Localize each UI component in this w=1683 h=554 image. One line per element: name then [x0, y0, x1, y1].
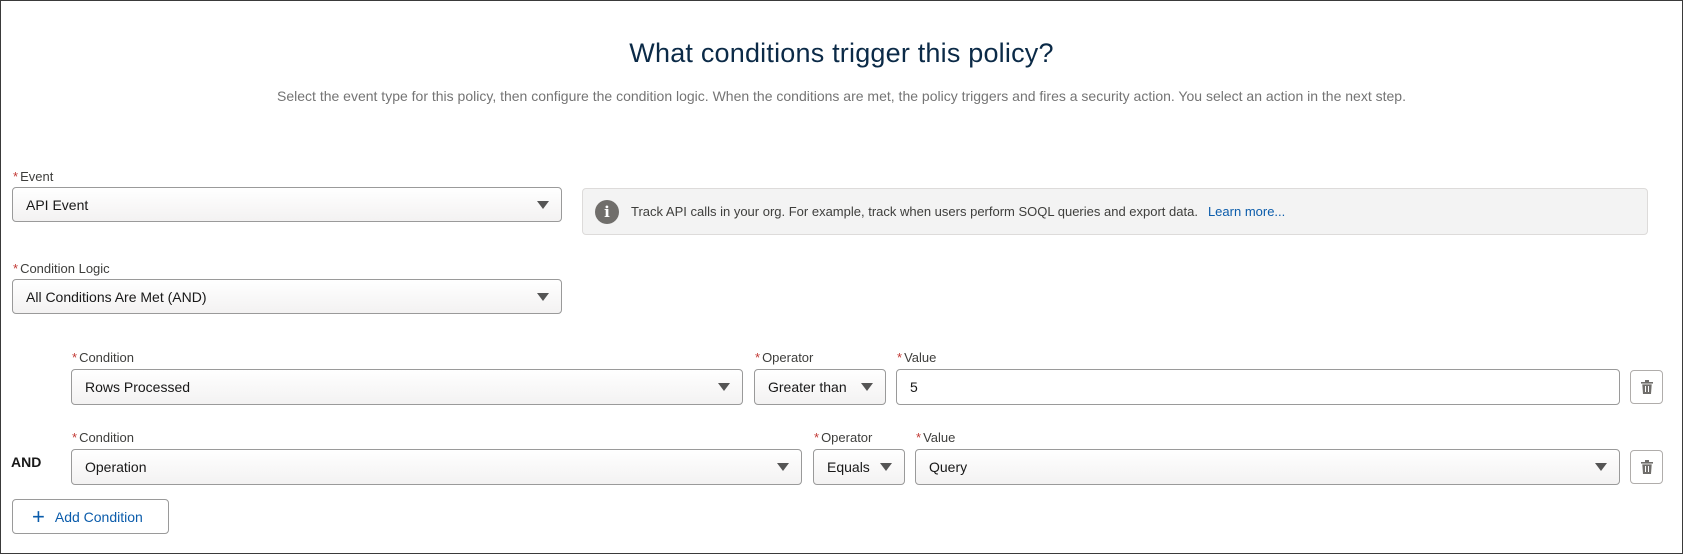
- operator-label: * Operator: [814, 430, 873, 445]
- operator-select-value: Greater than: [768, 379, 847, 395]
- condition-logic-label: * Condition Logic: [13, 261, 110, 276]
- value-input-text: 5: [910, 379, 918, 395]
- value-label: * Value: [897, 350, 937, 365]
- required-marker: *: [13, 261, 19, 276]
- operator-label: * Operator: [755, 350, 814, 365]
- condition-logic-select-value: All Conditions Are Met (AND): [26, 288, 207, 305]
- required-marker: *: [72, 430, 78, 445]
- event-info-box: i Track API calls in your org. For examp…: [582, 188, 1648, 235]
- condition-select-value: Rows Processed: [85, 379, 191, 395]
- value-select[interactable]: Query: [915, 449, 1620, 485]
- delete-condition-button[interactable]: [1630, 370, 1663, 404]
- condition-logic-select[interactable]: All Conditions Are Met (AND): [12, 279, 562, 314]
- chevron-down-icon: [777, 463, 789, 471]
- operator-select[interactable]: Greater than: [754, 369, 886, 405]
- condition-select-value: Operation: [85, 459, 147, 475]
- add-condition-label: Add Condition: [54, 508, 143, 525]
- info-icon: i: [595, 199, 619, 224]
- and-connector: AND: [11, 454, 42, 470]
- chevron-down-icon: [880, 463, 892, 471]
- condition-select[interactable]: Operation: [71, 449, 802, 485]
- required-marker: *: [13, 169, 19, 184]
- event-label: * Event: [13, 169, 54, 184]
- value-input[interactable]: 5: [896, 369, 1620, 405]
- required-marker: *: [755, 350, 761, 365]
- chevron-down-icon: [1595, 463, 1607, 471]
- trash-icon: [1640, 460, 1653, 474]
- condition-label: * Condition: [72, 430, 134, 445]
- condition-label: * Condition: [72, 350, 134, 365]
- chevron-down-icon: [537, 200, 549, 209]
- plus-icon: +: [32, 503, 45, 529]
- required-marker: *: [72, 350, 78, 365]
- learn-more-link[interactable]: Learn more...: [1208, 204, 1285, 219]
- chevron-down-icon: [861, 383, 873, 391]
- value-label: * Value: [916, 430, 956, 445]
- required-marker: *: [897, 350, 903, 365]
- condition-select[interactable]: Rows Processed: [71, 369, 743, 405]
- add-condition-button[interactable]: + Add Condition: [12, 499, 169, 534]
- operator-select-value: Equals: [827, 459, 870, 475]
- page-title: What conditions trigger this policy?: [629, 38, 1054, 68]
- operator-select[interactable]: Equals: [813, 449, 905, 485]
- chevron-down-icon: [718, 383, 730, 391]
- delete-condition-button[interactable]: [1630, 450, 1663, 484]
- value-select-value: Query: [929, 459, 968, 475]
- event-select-value: API Event: [26, 196, 89, 213]
- required-marker: *: [916, 430, 922, 445]
- event-info-text: Track API calls in your org. For example…: [631, 204, 1198, 219]
- page-subtitle: Select the event type for this policy, t…: [277, 88, 1406, 104]
- required-marker: *: [814, 430, 820, 445]
- event-select[interactable]: API Event: [12, 187, 562, 222]
- chevron-down-icon: [537, 292, 549, 301]
- trash-icon: [1640, 380, 1653, 394]
